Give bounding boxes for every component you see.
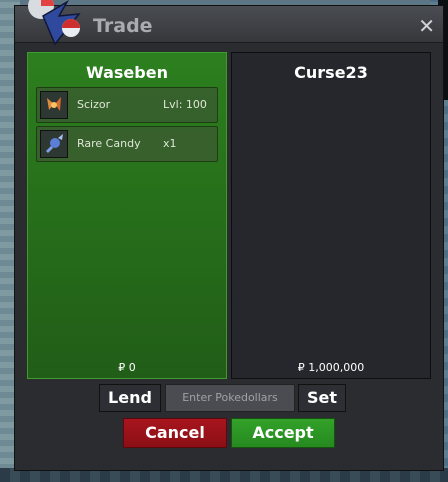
trade-logo-icon xyxy=(28,0,81,46)
pokedollars-input[interactable]: Enter Pokedollars xyxy=(165,384,295,412)
money-left: ₽ 0 xyxy=(118,361,136,374)
player-name-left: Waseben xyxy=(86,63,168,82)
close-icon[interactable]: ✕ xyxy=(418,14,435,38)
partner-offer-panel: Curse23 ₽ 1,000,000 xyxy=(231,52,431,379)
trade-window: Trade ✕ Waseben Scizor Lvl: 100 Rare Can… xyxy=(14,0,444,471)
my-offer-panel: Waseben Scizor Lvl: 100 Rare Candy x1 ₽ … xyxy=(27,52,227,379)
window-title: Trade xyxy=(93,15,153,37)
lend-button[interactable]: Lend xyxy=(99,384,161,412)
rare-candy-icon xyxy=(40,130,68,158)
trade-item-rare-candy[interactable]: Rare Candy x1 xyxy=(36,126,218,162)
player-name-right: Curse23 xyxy=(294,63,368,82)
item-level: Lvl: 100 xyxy=(163,98,207,111)
item-name: Scizor xyxy=(77,98,111,111)
trade-item-scizor[interactable]: Scizor Lvl: 100 xyxy=(36,87,218,123)
item-name: Rare Candy xyxy=(77,137,141,150)
accept-button[interactable]: Accept xyxy=(231,418,335,448)
item-quantity: x1 xyxy=(163,137,177,150)
set-button[interactable]: Set xyxy=(298,384,346,412)
cancel-button[interactable]: Cancel xyxy=(123,418,227,448)
scizor-icon xyxy=(40,91,68,119)
money-right: ₽ 1,000,000 xyxy=(297,361,365,374)
